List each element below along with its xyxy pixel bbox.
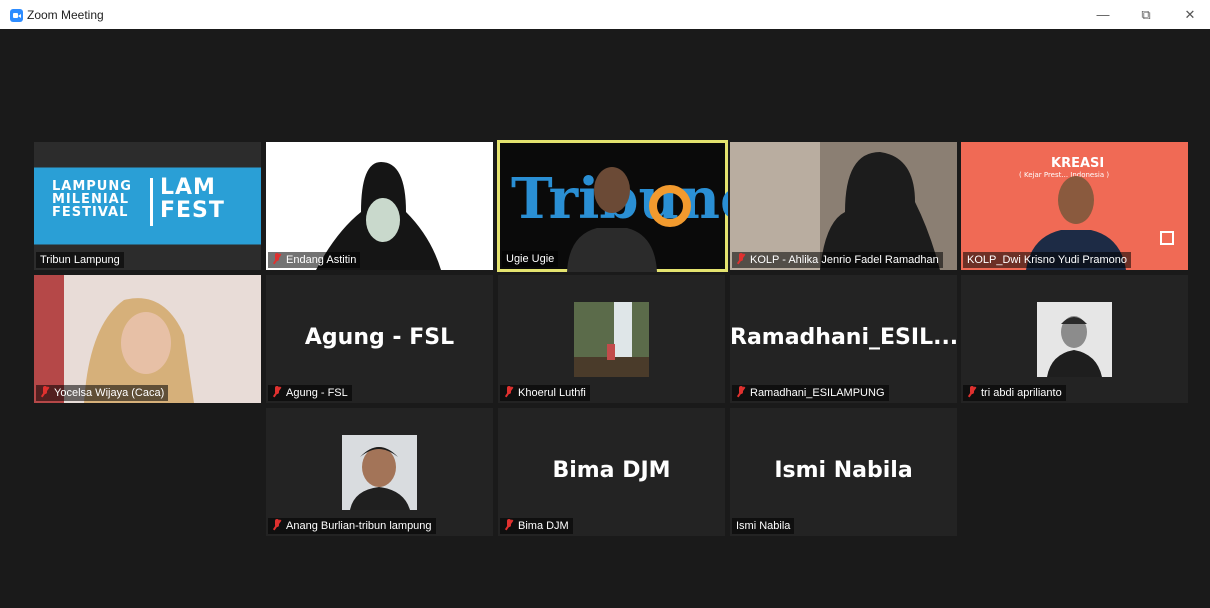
title-bar: Zoom Meeting — ⧉ ✕ [0,0,1210,29]
muted-mic-icon [736,253,746,265]
participant-name-label: Yocelsa Wijaya (Caca) [36,385,169,401]
participant-name-label: Agung - FSL [268,385,352,401]
profile-avatar [574,302,649,377]
participant-name-label: Endang Astitin [268,252,361,268]
participant-tile-anang-burlian[interactable]: Anang Burlian-tribun lampung [266,408,493,536]
participant-tile-ismi-nabila[interactable]: Ismi Nabila Ismi Nabila [730,408,957,536]
video-feed [1026,176,1174,270]
muted-mic-icon [40,386,50,398]
participant-display-name: Ismi Nabila [774,458,913,483]
logo-divider [150,178,153,226]
participant-tile-kolp-ahlika[interactable]: KOLP - Ahlika Jenrio Fadel Ramadhan [730,142,957,270]
video-feed: LAMPUNG MILENIAL FESTIVAL LAM FEST [34,142,261,270]
profile-avatar [1037,302,1112,377]
close-button[interactable]: ✕ [1175,6,1205,24]
gallery-view: LAMPUNG MILENIAL FESTIVAL LAM FEST Tribu… [8,29,1210,608]
muted-mic-icon [272,519,282,531]
participant-tile-khoerul-luthfi[interactable]: Khoerul Luthfi [498,275,725,403]
participant-name-label: Ramadhani_ESILAMPUNG [732,385,889,401]
participant-tile-bima-djm[interactable]: Bima DJM Bima DJM [498,408,725,536]
festival-logo-mark: FEST [160,198,225,223]
muted-mic-icon [736,386,746,398]
zoom-app-icon [10,9,23,22]
participant-tile-yocelsa-wijaya[interactable]: Yocelsa Wijaya (Caca) [34,275,261,403]
minimize-button[interactable]: — [1088,6,1118,24]
participant-display-name: Ramadhani_ESIL... [730,325,957,350]
participant-name-label: KOLP - Ahlika Jenrio Fadel Ramadhan [732,252,943,268]
participant-tile-endang-astitin[interactable]: Endang Astitin [266,142,493,270]
participant-tile-ramadhani[interactable]: Ramadhani_ESIL... Ramadhani_ESILAMPUNG [730,275,957,403]
festival-logo-line: FESTIVAL [52,205,129,220]
video-feed [34,275,261,403]
muted-mic-icon [272,386,282,398]
participant-display-name: Bima DJM [552,458,671,483]
window-title: Zoom Meeting [27,8,104,22]
participant-name-label: KOLP_Dwi Krisno Yudi Pramono [963,252,1131,268]
participant-name-label: Khoerul Luthfi [500,385,590,401]
muted-mic-icon [504,519,514,531]
restore-button[interactable]: ⧉ [1131,6,1161,24]
participant-name-label: Tribun Lampung [36,252,124,268]
video-feed [730,142,957,270]
participant-tile-agung-fsl[interactable]: Agung - FSL Agung - FSL [266,275,493,403]
video-feed [316,162,441,270]
muted-mic-icon [504,386,514,398]
muted-mic-icon [967,386,977,398]
festival-logo-mark: LAM [160,175,216,200]
participant-name-label: Anang Burlian-tribun lampung [268,518,436,534]
participant-display-name: Agung - FSL [304,325,455,350]
participant-name-label: Bima DJM [500,518,573,534]
profile-avatar [342,435,417,510]
participant-tile-ugie-ugie[interactable]: Tribuneo Ugie Ugie [497,140,728,272]
participant-tile-kolp-dwi-krisno[interactable]: KREASI ( Kejar Prest... Indonesia ) KOLP… [961,142,1188,270]
participant-tile-tribun-lampung[interactable]: LAMPUNG MILENIAL FESTIVAL LAM FEST Tribu… [34,142,261,270]
participant-name-label: tri abdi aprilianto [963,385,1066,401]
muted-mic-icon [272,253,282,265]
participant-name-label: Ismi Nabila [732,518,795,534]
participant-tile-tri-abdi[interactable]: tri abdi aprilianto [961,275,1188,403]
participant-name-label: Ugie Ugie [502,251,559,267]
